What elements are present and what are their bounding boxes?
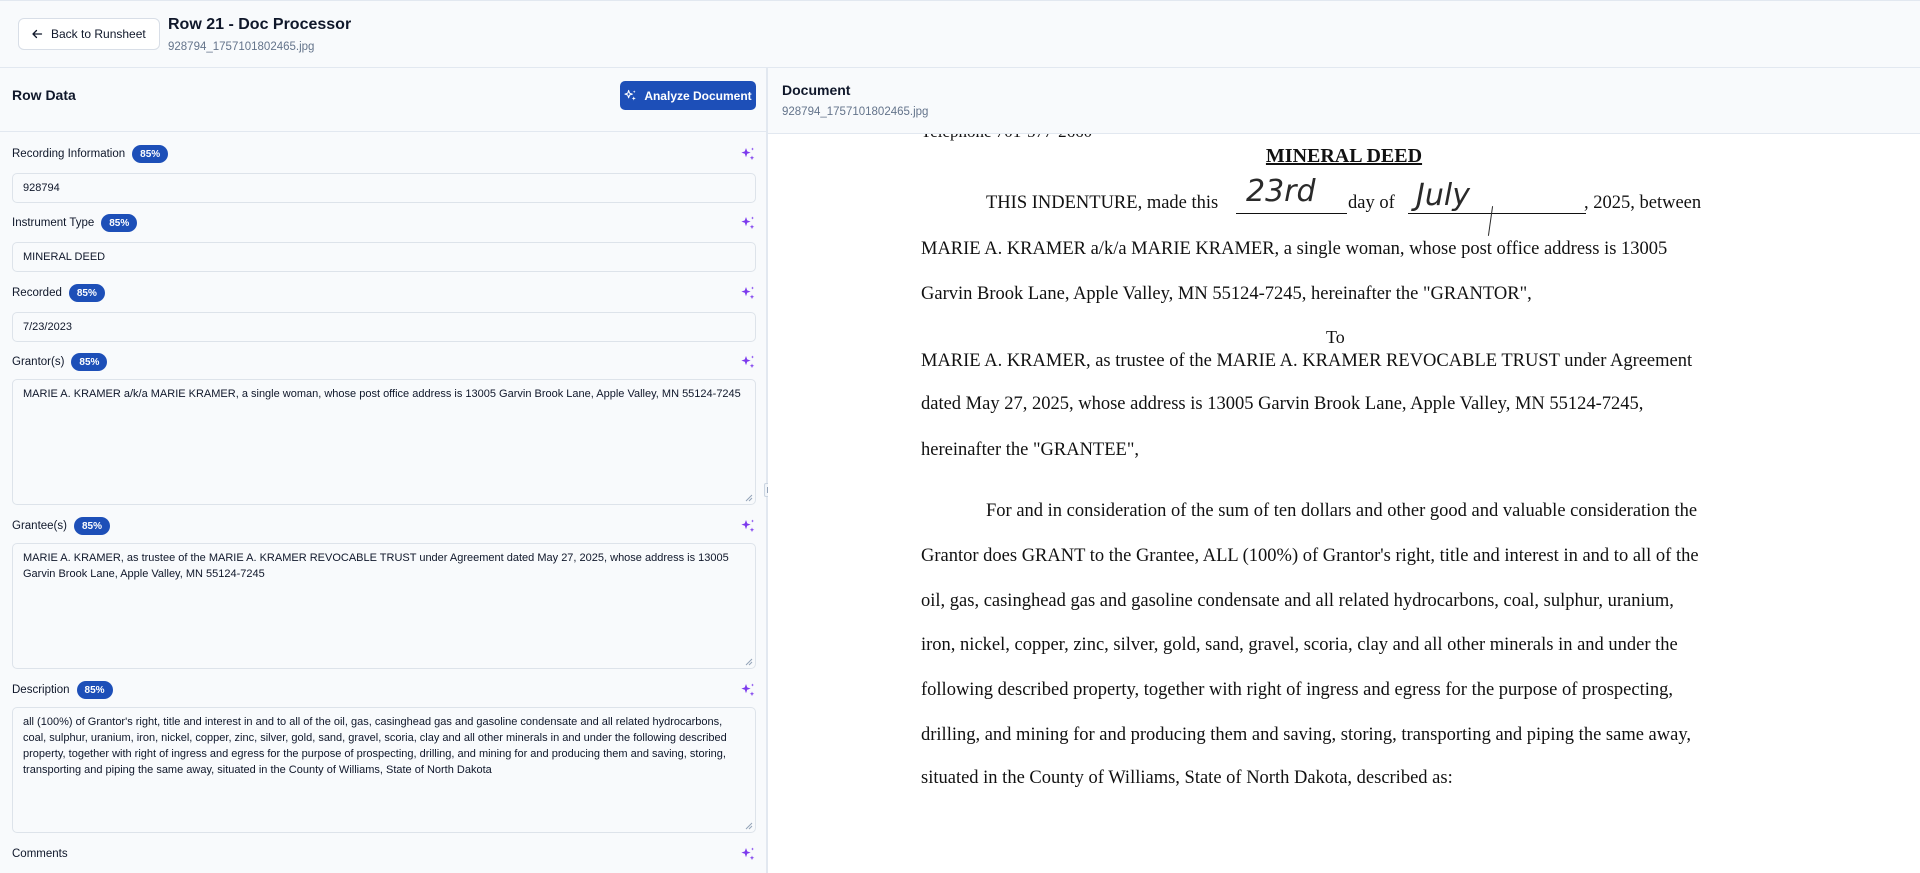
confidence-badge: 85%	[132, 145, 169, 163]
field-label: Comments	[12, 848, 68, 860]
confidence-badge: 85%	[73, 517, 110, 535]
to-text: To	[1326, 327, 1345, 347]
row-data-header: Row Data Analyze Document	[0, 68, 766, 132]
sparkles-icon[interactable]	[740, 518, 756, 534]
day-of-text: day of	[1348, 193, 1395, 213]
field-grantees: Grantee(s) 85% MARIE A. KRAMER, as trust…	[12, 516, 756, 669]
field-label: Description	[12, 684, 70, 696]
indenture-start: THIS INDENTURE, made this	[986, 193, 1219, 213]
row-data-panel: Row Data Analyze Document Recording Info…	[0, 68, 767, 873]
field-label: Recording Information	[12, 148, 126, 160]
analyze-document-label: Analyze Document	[644, 88, 752, 103]
consideration-line-6: drilling, and mining for and producing t…	[921, 725, 1691, 745]
grantees-textarea[interactable]: MARIE A. KRAMER, as trustee of the MARIE…	[12, 543, 756, 669]
grantee-line-1: MARIE A. KRAMER, as trustee of the MARIE…	[921, 351, 1693, 371]
back-button-label: Back to Runsheet	[51, 27, 146, 41]
resize-grip-icon[interactable]	[745, 494, 753, 502]
back-to-runsheet-button[interactable]: Back to Runsheet	[18, 18, 160, 50]
grantors-text: MARIE A. KRAMER a/k/a MARIE KRAMER, a si…	[23, 388, 741, 400]
description-text: all (100%) of Grantor's right, title and…	[23, 716, 727, 776]
recording-information-input[interactable]: 928794	[12, 173, 756, 203]
analyze-document-button[interactable]: Analyze Document	[620, 81, 756, 110]
day-blank-line	[1236, 213, 1347, 214]
field-label: Instrument Type	[12, 217, 95, 229]
grantees-text: MARIE A. KRAMER, as trustee of the MARIE…	[23, 552, 729, 580]
month-blank-line	[1408, 213, 1586, 214]
handwriting-stroke	[1487, 206, 1494, 236]
grantors-textarea[interactable]: MARIE A. KRAMER a/k/a MARIE KRAMER, a si…	[12, 379, 756, 505]
indenture-line: THIS INDENTURE, made this	[986, 193, 1218, 214]
field-label: Grantor(s)	[12, 356, 65, 368]
grantor-line-1: MARIE A. KRAMER a/k/a MARIE KRAMER, a si…	[921, 239, 1668, 259]
recorded-date-input[interactable]: 7/23/2023	[12, 312, 756, 342]
document-viewer[interactable]: Telephone 701-577-2660 MINERAL DEED THIS…	[768, 134, 1920, 873]
field-comments: Comments	[12, 844, 756, 864]
resize-grip-icon[interactable]	[745, 658, 753, 666]
sparkles-icon	[624, 89, 637, 101]
handwritten-month: July	[1416, 178, 1470, 213]
field-description: Description 85% all (100%) of Grantor's …	[12, 680, 756, 833]
confidence-badge: 85%	[68, 284, 105, 302]
deed-heading: MINERAL DEED	[1265, 145, 1423, 167]
sparkles-icon[interactable]	[740, 146, 756, 162]
sparkles-icon[interactable]	[740, 215, 756, 231]
document-title: Document	[782, 82, 851, 98]
handwritten-day: 23rd	[1246, 174, 1316, 209]
consideration-line-3: oil, gas, casinghead gas and gasoline co…	[921, 591, 1674, 611]
description-textarea[interactable]: all (100%) of Grantor's right, title and…	[12, 707, 756, 833]
grantee-line-3: hereinafter the "GRANTEE",	[921, 440, 1140, 460]
sparkles-icon[interactable]	[740, 285, 756, 301]
page-title: Row 21 - Doc Processor	[168, 16, 352, 33]
field-label: Recorded	[12, 287, 62, 299]
document-header: Document 928794_1757101802465.jpg	[768, 68, 1920, 134]
field-recorded: Recorded 85% 7/23/2023	[12, 283, 756, 342]
field-instrument-type: Instrument Type 85% MINERAL DEED	[12, 213, 756, 272]
consideration-line-5: following described property, together w…	[921, 680, 1673, 700]
document-cut-line: Telephone 701-577-2660	[921, 134, 1092, 142]
grantor-line-2: Garvin Brook Lane, Apple Valley, MN 5512…	[921, 284, 1532, 304]
resize-grip-icon[interactable]	[745, 822, 753, 830]
sparkles-icon[interactable]	[740, 354, 756, 370]
sparkles-icon[interactable]	[740, 846, 756, 862]
year-clause: , 2025, between	[1584, 193, 1702, 213]
confidence-badge: 85%	[101, 214, 138, 232]
confidence-badge: 85%	[76, 681, 113, 699]
arrow-left-icon	[32, 29, 43, 39]
sparkles-icon[interactable]	[740, 682, 756, 698]
consideration-line-7: situated in the County of Williams, Stat…	[921, 768, 1453, 788]
field-grantors: Grantor(s) 85% MARIE A. KRAMER a/k/a MAR…	[12, 352, 756, 505]
grantee-line-2: dated May 27, 2025, whose address is 130…	[921, 394, 1644, 414]
row-data-title: Row Data	[12, 87, 76, 103]
document-filename: 928794_1757101802465.jpg	[782, 106, 929, 118]
field-recording-information: Recording Information 85% 928794	[12, 144, 756, 203]
field-label: Grantee(s)	[12, 520, 67, 532]
consideration-line-1: For and in consideration of the sum of t…	[986, 501, 1698, 521]
confidence-badge: 85%	[71, 353, 108, 371]
top-bar: Back to Runsheet Row 21 - Doc Processor …	[0, 0, 1920, 68]
consideration-line-2: Grantor does GRANT to the Grantee, ALL (…	[921, 546, 1699, 566]
instrument-type-input[interactable]: MINERAL DEED	[12, 242, 756, 272]
page-subtitle: 928794_1757101802465.jpg	[168, 41, 315, 53]
consideration-line-4: iron, nickel, copper, zinc, silver, gold…	[921, 635, 1678, 655]
